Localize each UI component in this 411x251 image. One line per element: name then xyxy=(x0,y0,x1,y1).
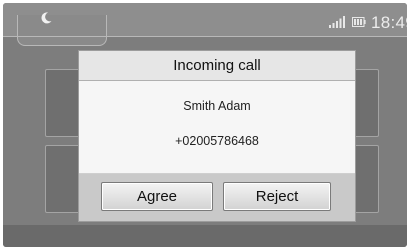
caller-number: +02005786468 xyxy=(175,134,259,148)
head-unit-screen: 18:49 Incoming call Smith Adam +02005786… xyxy=(3,3,407,247)
dialog-body: Smith Adam +02005786468 xyxy=(79,81,355,173)
reject-button[interactable]: Reject xyxy=(223,182,331,211)
moon-icon xyxy=(41,12,52,24)
caller-name: Smith Adam xyxy=(183,99,251,113)
status-divider xyxy=(3,36,407,37)
bottom-bar xyxy=(3,225,407,247)
status-bar: 18:49 xyxy=(3,3,407,46)
dialog-title: Incoming call xyxy=(79,51,355,81)
clock: 18:49 xyxy=(371,13,407,32)
signal-icon xyxy=(329,16,345,28)
dialog-footer: Agree Reject xyxy=(79,174,355,221)
battery-icon xyxy=(352,17,366,27)
agree-button[interactable]: Agree xyxy=(101,182,213,211)
incoming-call-dialog: Incoming call Smith Adam +02005786468 Ag… xyxy=(78,50,356,222)
home-tab[interactable] xyxy=(17,15,107,46)
